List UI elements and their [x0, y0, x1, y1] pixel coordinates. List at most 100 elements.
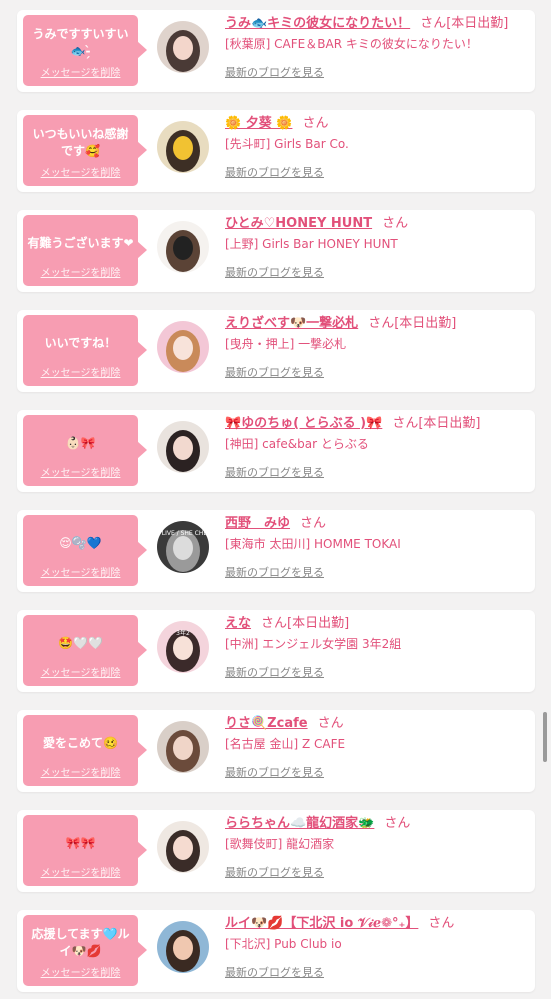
delete-message-button[interactable]: メッセージを削除: [23, 764, 138, 779]
cast-name-line: 🎀ゆのちゅ( とらぶる )🎀 さん[本日出勤]: [225, 412, 530, 432]
shift-badge: [本日出勤]: [418, 416, 481, 431]
delete-message-button[interactable]: メッセージを削除: [23, 64, 138, 79]
message-list: うみですすいすい🐟-̗̀ メッセージを削除 うみ🐟キミの彼女になりたい！ さん[本…: [0, 0, 551, 999]
avatar-photo-text: 3年2: [176, 629, 190, 637]
avatar[interactable]: [157, 921, 209, 973]
cast-name-link[interactable]: 西野 みゆ: [225, 516, 290, 531]
message-text: 有難うございます❤: [27, 235, 134, 250]
shop-label: [歌舞伎町] 龍幻酒家: [225, 837, 335, 851]
cast-name-link[interactable]: ひとみ♡HONEY HUNT: [225, 216, 372, 231]
latest-blog-link[interactable]: 最新のブログを見る: [225, 64, 324, 80]
latest-blog-link[interactable]: 最新のブログを見る: [225, 964, 324, 980]
list-item: いいですね！ メッセージを削除 えりざべす🐶一撃必札 さん[本日出勤] [曳舟・押…: [17, 310, 535, 392]
cast-name-line: えりざべす🐶一撃必札 さん[本日出勤]: [225, 312, 530, 332]
message-bubble: いいですね！ メッセージを削除: [23, 315, 147, 386]
cast-name-line: うみ🐟キミの彼女になりたい！ さん[本日出勤]: [225, 12, 530, 32]
cast-name-line: 西野 みゆ さん: [225, 512, 530, 532]
latest-blog-link[interactable]: 最新のブログを見る: [225, 864, 324, 880]
honorific-label: さん: [368, 316, 395, 331]
cast-name-link[interactable]: 🎀ゆのちゅ( とらぶる )🎀: [225, 416, 382, 431]
latest-blog-link[interactable]: 最新のブログを見る: [225, 264, 324, 280]
delete-message-button[interactable]: メッセージを削除: [23, 164, 138, 179]
message-bubble: 👶🏻🎀 メッセージを削除: [23, 415, 147, 486]
cast-name-link[interactable]: えな: [225, 616, 251, 631]
cast-name-line: ひとみ♡HONEY HUNT さん: [225, 212, 530, 232]
list-item: 👶🏻🎀 メッセージを削除 🎀ゆのちゅ( とらぶる )🎀 さん[本日出勤] [神田]…: [17, 410, 535, 492]
message-text: うみですすいすい🐟-̗̀: [32, 27, 129, 58]
message-bubble: 応援してます🩵ルイ🐶💋 メッセージを削除: [23, 915, 147, 986]
latest-blog-link[interactable]: 最新のブログを見る: [225, 364, 324, 380]
avatar-photo: [157, 321, 209, 373]
delete-message-button[interactable]: メッセージを削除: [23, 364, 138, 379]
message-text: いつもいいね感謝です🥰: [32, 127, 129, 158]
delete-message-button[interactable]: メッセージを削除: [23, 864, 138, 879]
honorific-label: さん: [300, 516, 327, 531]
avatar-photo-text: DONT LIVE / SHE CHECKED: [157, 530, 209, 537]
shift-badge: [本日出勤]: [394, 316, 457, 331]
honorific-label: さん: [384, 816, 411, 831]
message-bubble: 😌🫧💙 メッセージを削除: [23, 515, 147, 586]
cast-name-link[interactable]: えりざべす🐶一撃必札: [225, 316, 358, 331]
shop-label: [上野] Girls Bar HONEY HUNT: [225, 237, 398, 251]
shop-label: [神田] cafe&bar とらぶる: [225, 437, 369, 451]
cast-name-link[interactable]: ルイ🐶💋【下北沢 io 𝒱𝒾ℯ❁°₊】: [225, 916, 418, 931]
message-text: 応援してます🩵ルイ🐶💋: [31, 927, 130, 958]
avatar-photo: [157, 721, 209, 773]
avatar-photo: [157, 221, 209, 273]
honorific-label: さん: [261, 616, 288, 631]
shop-label: [下北沢] Pub Club io: [225, 937, 342, 951]
avatar[interactable]: DONT LIVE / SHE CHECKED: [157, 521, 209, 573]
shop-label: [秋葉原] CAFE＆BAR キミの彼女になりたい！: [225, 37, 478, 51]
delete-message-button[interactable]: メッセージを削除: [23, 564, 138, 579]
delete-message-button[interactable]: メッセージを削除: [23, 264, 138, 279]
honorific-label: さん: [302, 116, 329, 131]
shop-label: [中洲] エンジェル女学園 3年2組: [225, 637, 402, 651]
avatar[interactable]: [157, 821, 209, 873]
avatar[interactable]: [157, 121, 209, 173]
latest-blog-link[interactable]: 最新のブログを見る: [225, 664, 324, 680]
message-bubble: うみですすいすい🐟-̗̀ メッセージを削除: [23, 15, 147, 86]
avatar[interactable]: [157, 21, 209, 73]
avatar[interactable]: 3年2: [157, 621, 209, 673]
list-item: 🤩🤍🤍 メッセージを削除 3年2 えな さん[本日出勤] [中洲] エンジェル女学…: [17, 610, 535, 692]
cast-name-line: えな さん[本日出勤]: [225, 612, 530, 632]
message-text: 🎀🎀: [65, 835, 96, 850]
avatar-photo: [157, 821, 209, 873]
scrollbar-thumb[interactable]: [543, 712, 547, 762]
message-text: 👶🏻🎀: [65, 435, 96, 450]
avatar[interactable]: [157, 421, 209, 473]
message-text: 🤩🤍🤍: [58, 635, 103, 650]
latest-blog-link[interactable]: 最新のブログを見る: [225, 164, 324, 180]
cast-name-line: りさ🍭Zcafe さん: [225, 712, 530, 732]
cast-name-link[interactable]: ららちゃん☁️龍幻酒家🐲: [225, 816, 374, 831]
cast-name-link[interactable]: うみ🐟キミの彼女になりたい！: [225, 16, 410, 31]
delete-message-button[interactable]: メッセージを削除: [23, 464, 138, 479]
message-bubble: いつもいいね感謝です🥰 メッセージを削除: [23, 115, 147, 186]
message-text: 愛をこめて🥴: [43, 735, 118, 750]
cast-name-line: ららちゃん☁️龍幻酒家🐲 さん: [225, 812, 530, 832]
cast-name-link[interactable]: りさ🍭Zcafe: [225, 716, 308, 731]
shop-label: [曳舟・押上] 一撃必札: [225, 337, 347, 351]
message-bubble: 有難うございます❤ メッセージを削除: [23, 215, 147, 286]
avatar[interactable]: [157, 721, 209, 773]
latest-blog-link[interactable]: 最新のブログを見る: [225, 764, 324, 780]
honorific-label: さん: [428, 916, 455, 931]
cast-name-line: ルイ🐶💋【下北沢 io 𝒱𝒾ℯ❁°₊】 さん: [225, 912, 530, 932]
delete-message-button[interactable]: メッセージを削除: [23, 664, 138, 679]
honorific-label: さん: [382, 216, 409, 231]
latest-blog-link[interactable]: 最新のブログを見る: [225, 564, 324, 580]
avatar[interactable]: [157, 221, 209, 273]
message-text: いいですね！: [44, 335, 117, 350]
message-bubble: 🤩🤍🤍 メッセージを削除: [23, 615, 147, 686]
honorific-label: さん: [420, 16, 447, 31]
delete-message-button[interactable]: メッセージを削除: [23, 964, 138, 979]
cast-name-link[interactable]: 🌼 夕葵 🌼: [225, 116, 292, 131]
avatar-photo: [157, 121, 209, 173]
message-text: 😌🫧💙: [59, 535, 102, 550]
list-item: 😌🫧💙 メッセージを削除 DONT LIVE / SHE CHECKED 西野 …: [17, 510, 535, 592]
latest-blog-link[interactable]: 最新のブログを見る: [225, 464, 324, 480]
avatar-photo: DONT LIVE / SHE CHECKED: [157, 521, 209, 573]
avatar-photo: [157, 21, 209, 73]
shop-label: [名古屋 金山] Z CAFE: [225, 737, 346, 751]
avatar[interactable]: [157, 321, 209, 373]
